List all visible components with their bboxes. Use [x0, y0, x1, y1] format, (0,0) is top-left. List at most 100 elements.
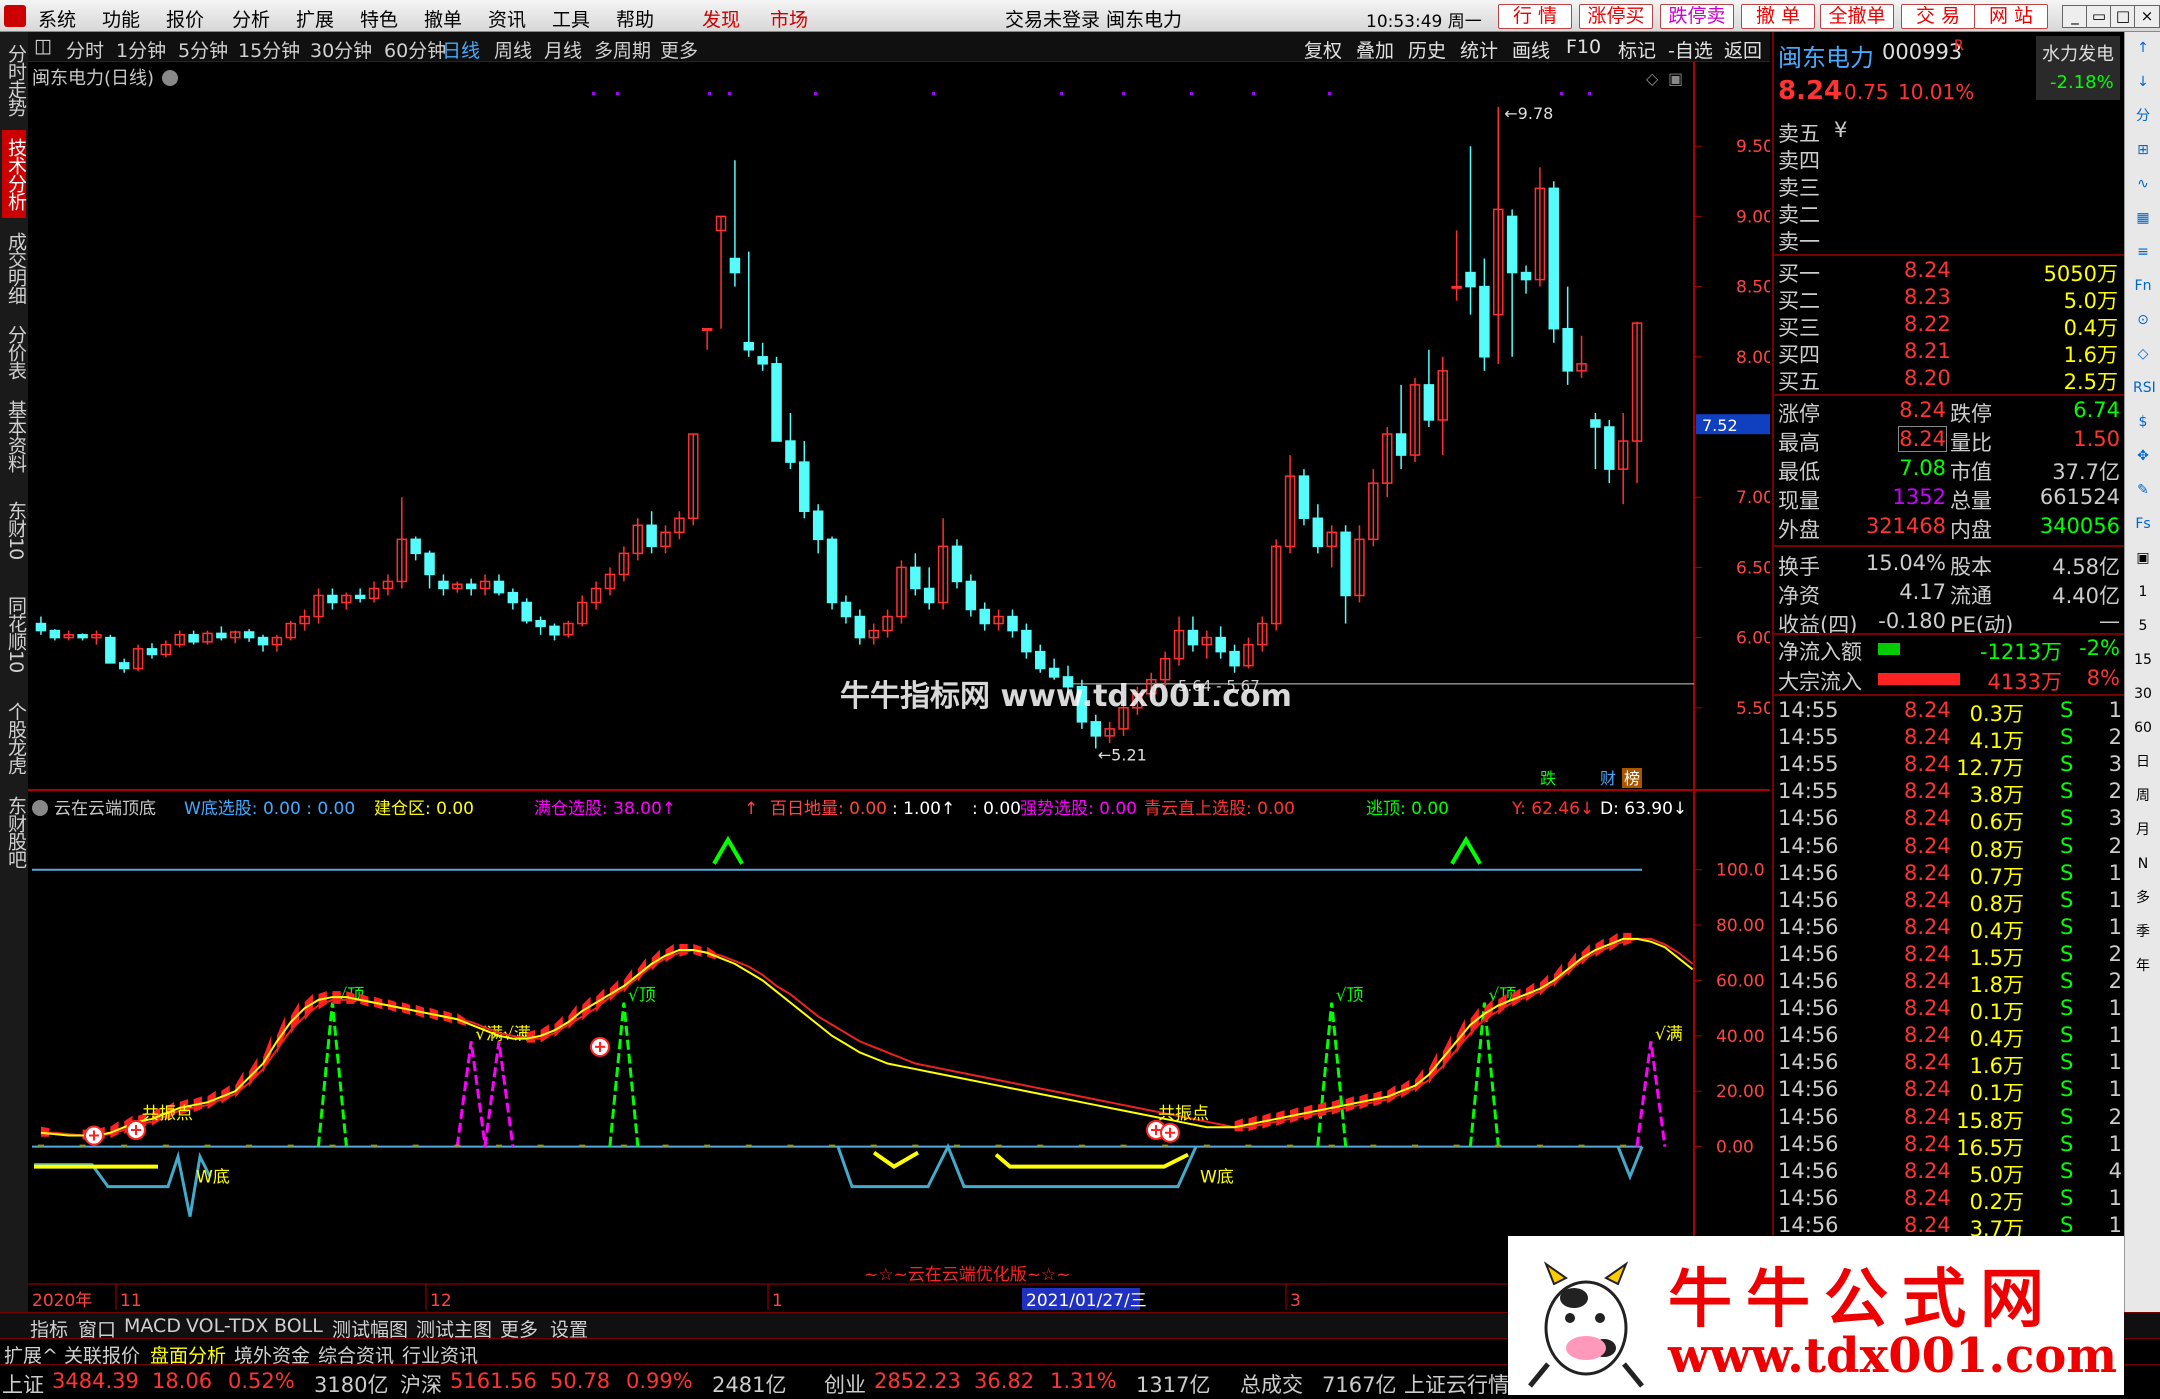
period-tab[interactable]: 60分钟 [384, 36, 446, 63]
top-action-button[interactable]: 涨停买 [1579, 4, 1653, 29]
period-tab[interactable]: 30分钟 [310, 36, 372, 63]
window-control-button[interactable]: □ [2110, 5, 2136, 28]
side-tool-button[interactable]: $ [2133, 412, 2153, 432]
side-tool-button[interactable]: ▣ [2133, 548, 2153, 568]
side-tool-button[interactable]: ↓ [2133, 72, 2153, 92]
top-action-button[interactable]: 交 易 [1901, 4, 1975, 29]
side-tool-button[interactable]: 分 [2133, 106, 2153, 126]
side-tool-button[interactable]: 60 [2133, 718, 2153, 738]
side-tool-button[interactable]: 年 [2133, 956, 2153, 976]
chart-tool-button[interactable]: 返回 [1724, 36, 1762, 63]
indicator-tab[interactable]: BOLL [274, 1315, 323, 1337]
buy-level-row[interactable]: 买一 8.24 5050万 [1774, 258, 2124, 286]
side-tool-button[interactable]: ↑ [2133, 38, 2153, 58]
period-tab[interactable]: 月线 [544, 36, 582, 63]
chart-tool-button[interactable]: 画线 [1512, 36, 1550, 63]
buy-level-row[interactable]: 买四 8.21 1.6万 [1774, 339, 2124, 367]
period-tab[interactable]: 5分钟 [178, 36, 228, 63]
side-tool-button[interactable]: RSI [2133, 378, 2156, 398]
side-tool-button[interactable]: ◇ [2133, 344, 2153, 364]
side-tool-button[interactable]: ≡ [2133, 242, 2153, 262]
side-tool-button[interactable]: 日 [2133, 752, 2153, 772]
sell-level-row[interactable]: 卖三 [1774, 172, 2124, 200]
chart-tool-button[interactable]: 统计 [1460, 36, 1498, 63]
menu-item[interactable]: 资讯 [488, 5, 526, 32]
sell-level-row[interactable]: 卖五 ¥ [1774, 118, 2124, 146]
side-tool-button[interactable]: ✎ [2133, 480, 2153, 500]
top-action-button[interactable]: 全撤单 [1820, 4, 1894, 29]
side-tool-button[interactable]: ▦ [2133, 208, 2153, 228]
sell-level-row[interactable]: 卖四 [1774, 145, 2124, 173]
top-action-button[interactable]: 网 站 [1974, 4, 2048, 29]
menu-item[interactable]: 帮助 [616, 5, 654, 32]
buy-level-row[interactable]: 买三 8.22 0.4万 [1774, 312, 2124, 340]
side-tool-button[interactable]: 30 [2133, 684, 2153, 704]
side-tool-button[interactable]: 1 [2133, 582, 2153, 602]
chart-tool-button[interactable]: 复权 [1304, 36, 1342, 63]
period-tab[interactable]: 分时 [66, 36, 104, 63]
chart-tool-button[interactable]: 叠加 [1356, 36, 1394, 63]
window-control-button[interactable]: _ [2062, 5, 2088, 28]
side-tool-button[interactable]: 15 [2133, 650, 2153, 670]
chart-area[interactable]: 闽东电力(日线)9.509.008.508.007.507.006.506.00… [28, 62, 1770, 1322]
layout-icon[interactable]: ▣ [1668, 69, 1683, 88]
side-tool-button[interactable]: Fs [2133, 514, 2153, 534]
left-tab[interactable]: 基本资料 [2, 392, 27, 480]
chart-tool-button[interactable]: F10 [1566, 36, 1601, 58]
menu-item[interactable]: 撤单 [424, 5, 462, 32]
indicator-tab[interactable]: MACD [124, 1315, 181, 1337]
menu-item[interactable]: 系统 [38, 5, 76, 32]
left-tab[interactable]: 同花顺10 [2, 580, 27, 688]
side-tool-button[interactable]: N [2133, 854, 2153, 874]
side-tool-button[interactable]: Fn [2133, 276, 2153, 296]
left-tab[interactable]: 东财股吧 [2, 788, 27, 876]
period-tab[interactable]: 更多 [660, 36, 698, 63]
indicator-tab[interactable]: VOL-TDX [186, 1315, 268, 1337]
chart-tool-button[interactable]: 标记 [1618, 36, 1656, 63]
side-tool-button[interactable]: ⊞ [2133, 140, 2153, 160]
left-tab[interactable]: 分价表 [2, 318, 27, 386]
side-tool-button[interactable]: 周 [2133, 786, 2153, 806]
sell-level-row[interactable]: 卖二 [1774, 199, 2124, 227]
period-tab[interactable]: 日线 [442, 36, 480, 63]
buy-level-row[interactable]: 买二 8.23 5.0万 [1774, 285, 2124, 313]
chart-tool-button[interactable]: 历史 [1408, 36, 1446, 63]
side-tool-button[interactable]: 季 [2133, 922, 2153, 942]
period-tab[interactable]: 多周期 [594, 36, 651, 63]
indicator-menu-icon[interactable] [32, 800, 48, 816]
top-action-button[interactable]: 撤 单 [1741, 4, 1815, 29]
chart-menu-icon[interactable] [162, 70, 178, 86]
left-tab[interactable]: 东财10 [2, 486, 27, 574]
menu-item[interactable]: 特色 [360, 5, 398, 32]
menu-item[interactable]: 功能 [102, 5, 140, 32]
menu-item[interactable]: 报价 [166, 5, 204, 32]
side-tool-button[interactable]: 月 [2133, 820, 2153, 840]
side-tool-button[interactable]: 5 [2133, 616, 2153, 636]
period-tab[interactable]: 15分钟 [238, 36, 300, 63]
top-action-button[interactable]: 跌停卖 [1660, 4, 1734, 29]
side-tool-button[interactable]: ∿ [2133, 174, 2153, 194]
menu-item[interactable]: 扩展 [296, 5, 334, 32]
menu-item[interactable]: 分析 [232, 5, 270, 32]
left-tab[interactable]: 技术分析 [2, 130, 27, 218]
side-tool-button[interactable]: ⊙ [2133, 310, 2153, 330]
chart-tool-button[interactable]: -自选 [1668, 36, 1713, 63]
panel-toggle-icon[interactable]: ◫ [34, 35, 52, 57]
side-tool-button[interactable]: 多 [2133, 888, 2153, 908]
ad-banner[interactable]: 牛牛公式网 www.tdx001.com [1508, 1236, 2124, 1395]
side-tool-button[interactable]: ✥ [2133, 446, 2153, 466]
window-control-button[interactable]: × [2134, 5, 2160, 28]
menu-special-item[interactable]: 发现 [702, 5, 740, 32]
period-tab[interactable]: 1分钟 [116, 36, 166, 63]
buy-level-row[interactable]: 买五 8.20 2.5万 [1774, 366, 2124, 394]
top-action-button[interactable]: 行 情 [1498, 4, 1572, 29]
menu-special-item[interactable]: 市场 [770, 5, 808, 32]
period-tab[interactable]: 周线 [494, 36, 532, 63]
window-control-button[interactable]: ▭ [2086, 5, 2112, 28]
left-tab[interactable]: 成交明细 [2, 224, 27, 312]
left-tab[interactable]: 分时走势 [2, 36, 27, 124]
left-tab[interactable]: 个股龙虎 [2, 694, 27, 782]
sell-level-row[interactable]: 卖一 [1774, 226, 2124, 254]
menu-item[interactable]: 工具 [552, 5, 590, 32]
sector-name[interactable]: 水力发电 [2042, 40, 2114, 66]
